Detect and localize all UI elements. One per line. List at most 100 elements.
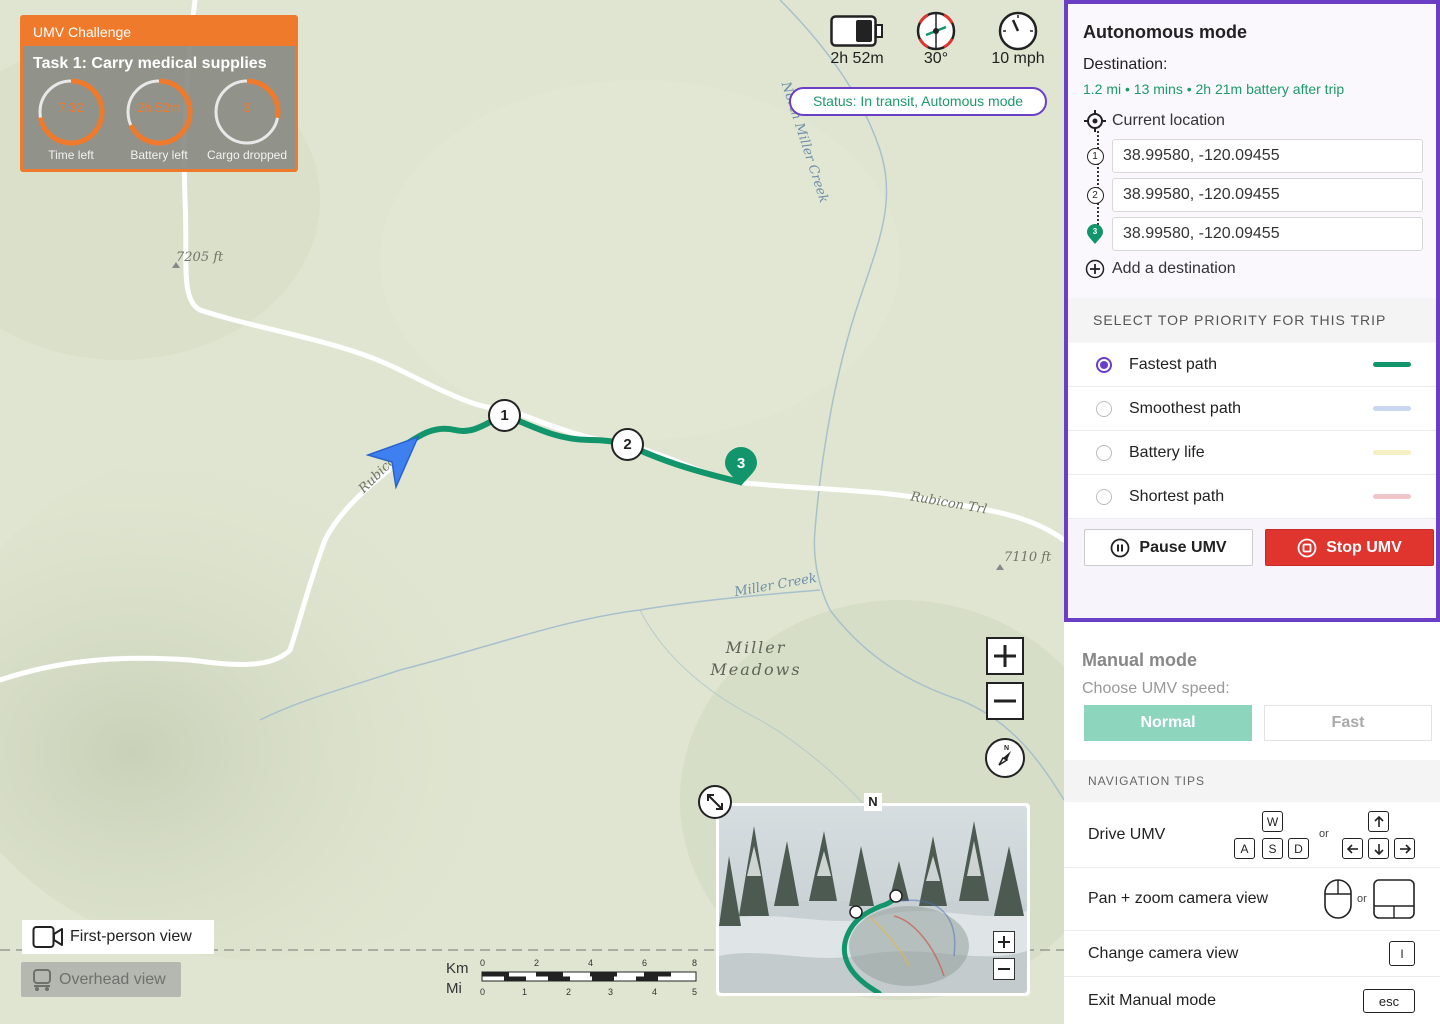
status-badge: Status: In transit, Automous mode: [789, 87, 1047, 116]
trip-summary: 1.2 mi • 13 mins • 2h 21m battery after …: [1083, 81, 1345, 97]
or-label: or: [1319, 828, 1329, 840]
zoom-out-button[interactable]: [986, 682, 1024, 720]
gauge-value: 3: [243, 100, 251, 115]
path-color-swatch: [1373, 450, 1411, 455]
scale-km-tick: 8: [692, 958, 698, 968]
zoom-in-button[interactable]: [986, 637, 1024, 675]
waypoint-row-1: 1 38.99580, -120.09455: [1083, 139, 1423, 173]
tip-label: Drive UMV: [1088, 825, 1166, 843]
waypoint-marker-2[interactable]: 2: [611, 428, 644, 461]
time-left-gauge: 7:32 Time left: [29, 78, 113, 162]
priority-option-battery[interactable]: Battery life: [1068, 431, 1436, 475]
arrow-left-icon: [1346, 843, 1358, 854]
first-person-view-label: First-person view: [70, 928, 192, 945]
priority-label: Smoothest path: [1129, 399, 1242, 417]
speed-value: 10 mph: [991, 50, 1045, 67]
destination-pin-icon: 3: [1086, 223, 1104, 245]
manual-mode-title: Manual mode: [1082, 650, 1198, 670]
battery-indicator: 2h 52m: [826, 12, 888, 68]
waypoint-input-1[interactable]: 38.99580, -120.09455: [1112, 139, 1423, 173]
autonomous-mode-section: Autonomous mode Destination: 1.2 mi • 13…: [1064, 0, 1440, 622]
tip-label: Pan + zoom camera view: [1088, 890, 1269, 907]
waypoint-number-icon: 2: [1086, 186, 1104, 204]
overhead-view-label: Overhead view: [59, 970, 166, 988]
challenge-header: UMV Challenge: [23, 18, 295, 46]
speed-choice-label: Choose UMV speed:: [1082, 680, 1230, 697]
video-camera-icon: [32, 926, 63, 948]
overhead-view-button[interactable]: Overhead view: [21, 962, 181, 997]
arrow-left-key-icon: [1342, 838, 1363, 859]
tip-drive: Drive UMV W A S D or: [1064, 802, 1440, 868]
radio-icon[interactable]: [1096, 444, 1112, 461]
stop-umv-button[interactable]: Stop UMV: [1265, 529, 1434, 566]
minimap-zoom-out-button[interactable]: [993, 958, 1015, 980]
tip-exit-manual: Exit Manual mode esc: [1064, 977, 1440, 1024]
scale-mi-tick: 5: [692, 987, 698, 997]
plus-icon: [994, 645, 1016, 667]
minus-icon: [994, 699, 1016, 703]
heading-value: 30°: [923, 50, 949, 67]
elevation-label: 7205 ft: [176, 250, 224, 265]
meadow-label-line: Meadows: [710, 660, 802, 679]
waypoint-row-3: 3 38.99580, -120.09455: [1083, 217, 1423, 251]
priority-option-smoothest[interactable]: Smoothest path: [1068, 387, 1436, 431]
waypoint-marker-label: 3: [736, 455, 746, 472]
key-w: W: [1262, 811, 1283, 832]
arrow-down-key-icon: [1368, 838, 1389, 859]
priority-option-shortest[interactable]: Shortest path: [1068, 475, 1436, 519]
key-i: I: [1389, 941, 1415, 966]
gauge-label: Battery left: [130, 148, 188, 162]
speedometer-icon: [998, 11, 1038, 51]
arrow-down-icon: [1373, 843, 1384, 855]
current-location-row[interactable]: Current location: [1083, 104, 1423, 138]
waypoint-input-3[interactable]: 38.99580, -120.09455: [1112, 217, 1423, 251]
map-view[interactable]: 1 2 3 7205 ft 7110 ft North Miller Creek…: [0, 0, 1064, 1024]
speed-normal-button[interactable]: Normal: [1084, 705, 1252, 741]
heading-gauge-icon: [916, 11, 956, 51]
plus-circle-icon: [1085, 259, 1105, 279]
arrow-right-key-icon: [1394, 838, 1415, 859]
arrow-right-icon: [1399, 843, 1411, 854]
path-color-swatch: [1373, 406, 1411, 411]
scale-mi-tick: 3: [608, 987, 614, 997]
pause-umv-label: Pause UMV: [1139, 538, 1227, 556]
minimap-zoom-in-button[interactable]: [993, 931, 1015, 953]
priority-option-fastest[interactable]: Fastest path: [1068, 343, 1436, 387]
task-title: Task 1: Carry medical supplies: [33, 55, 267, 72]
pause-umv-button[interactable]: Pause UMV: [1084, 529, 1253, 566]
add-destination-button[interactable]: Add a destination: [1083, 252, 1423, 286]
speed-indicator: 10 mph: [986, 11, 1050, 68]
waypoint-marker-3[interactable]: 3: [724, 447, 758, 487]
radio-icon[interactable]: [1096, 400, 1112, 417]
stop-umv-label: Stop UMV: [1326, 538, 1402, 556]
waypoint-input-2[interactable]: 38.99580, -120.09455: [1112, 178, 1423, 212]
crosshair-icon: [1084, 110, 1106, 132]
radio-icon[interactable]: [1096, 488, 1112, 505]
plus-icon: [998, 936, 1010, 948]
navigation-tips-header: NAVIGATION TIPS: [1064, 760, 1440, 802]
gauge-label: Cargo dropped: [206, 148, 288, 162]
waypoint-number-icon: 1: [1086, 147, 1104, 165]
battery-icon: [830, 15, 883, 47]
arrow-up-key-icon: [1368, 811, 1389, 832]
path-color-swatch: [1373, 362, 1411, 367]
meadow-label-line: Miller: [725, 638, 787, 657]
radio-selected-icon[interactable]: [1096, 356, 1112, 373]
speed-fast-button[interactable]: Fast: [1264, 705, 1432, 741]
control-panel: Autonomous mode Destination: 1.2 mi • 13…: [1064, 0, 1440, 1024]
scale-km-tick: 4: [588, 958, 594, 968]
compass-button[interactable]: N: [985, 738, 1025, 778]
waypoint-marker-1[interactable]: 1: [488, 399, 521, 432]
tip-label: Change camera view: [1088, 944, 1239, 962]
minimap-north-label: N: [864, 793, 882, 811]
cargo-dropped-gauge: 3 Cargo dropped: [205, 78, 289, 162]
waypoint-marker-label: 2: [623, 436, 632, 453]
camera-minimap[interactable]: [716, 803, 1030, 996]
key-d: D: [1288, 838, 1309, 859]
priority-header: SELECT TOP PRIORITY FOR THIS TRIP: [1068, 298, 1436, 342]
priority-label: Battery life: [1129, 443, 1205, 461]
expand-minimap-button[interactable]: [698, 785, 732, 819]
first-person-view-button[interactable]: First-person view: [22, 920, 214, 954]
camera-feed: [719, 806, 1027, 993]
pause-icon: [1111, 538, 1130, 557]
